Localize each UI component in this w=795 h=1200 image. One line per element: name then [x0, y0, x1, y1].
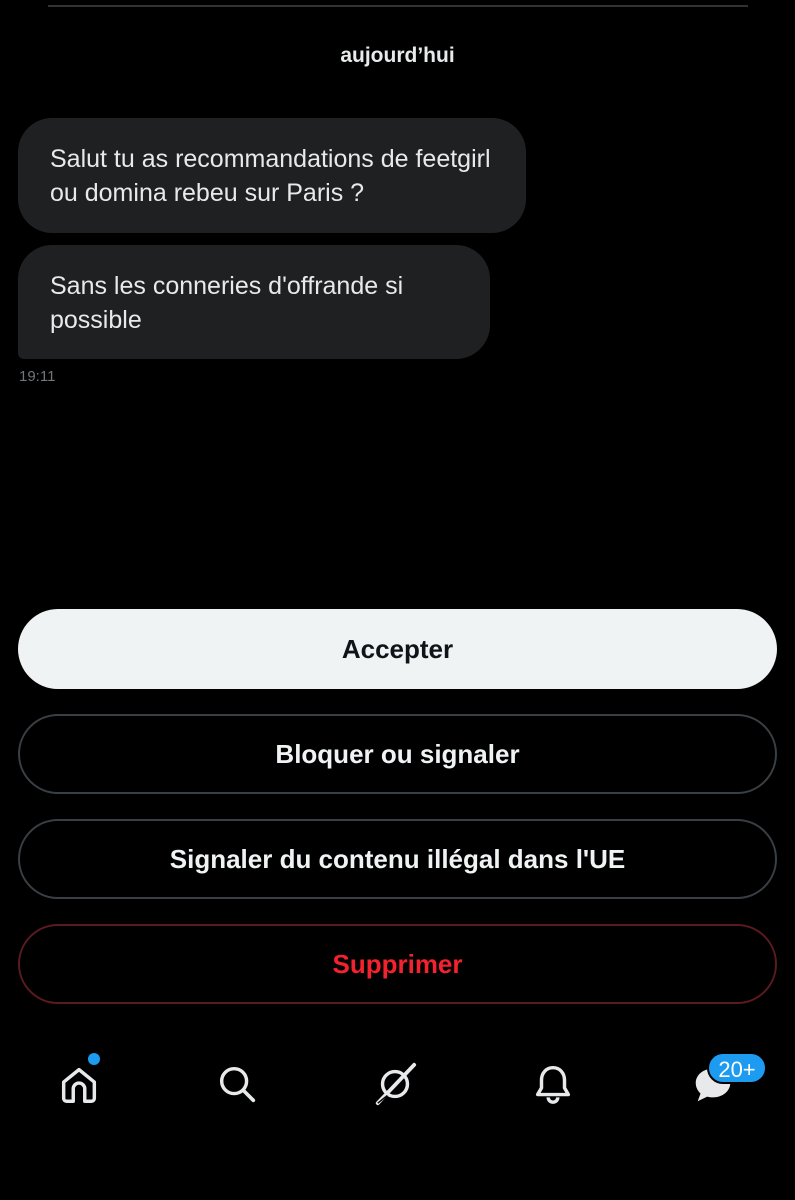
tab-grok[interactable]	[365, 1054, 425, 1114]
message-bubble[interactable]: Sans les conneries d'offrande si possibl…	[18, 245, 490, 359]
message-bubble[interactable]: Salut tu as recommandations de feetgirl …	[18, 118, 526, 233]
home-icon	[61, 1067, 97, 1103]
delete-button[interactable]: Supprimer	[18, 924, 777, 1004]
message-timestamp: 19:11	[19, 368, 56, 385]
grok-icon	[375, 1062, 417, 1106]
search-icon	[219, 1066, 256, 1103]
notification-dot	[88, 1053, 100, 1065]
tab-home[interactable]	[49, 1054, 109, 1114]
block-or-report-button[interactable]: Bloquer ou signaler	[18, 714, 777, 794]
report-illegal-content-button[interactable]: Signaler du contenu illégal dans l'UE	[18, 819, 777, 899]
accept-button[interactable]: Accepter	[18, 609, 777, 689]
messages-count-badge: 20+	[707, 1052, 767, 1084]
bottom-tab-bar	[0, 1040, 795, 1140]
bell-icon	[535, 1065, 571, 1104]
date-separator: aujourd’hui	[340, 44, 455, 67]
tab-search[interactable]	[207, 1054, 267, 1114]
top-divider	[48, 5, 748, 7]
tab-notifications[interactable]	[523, 1054, 583, 1114]
